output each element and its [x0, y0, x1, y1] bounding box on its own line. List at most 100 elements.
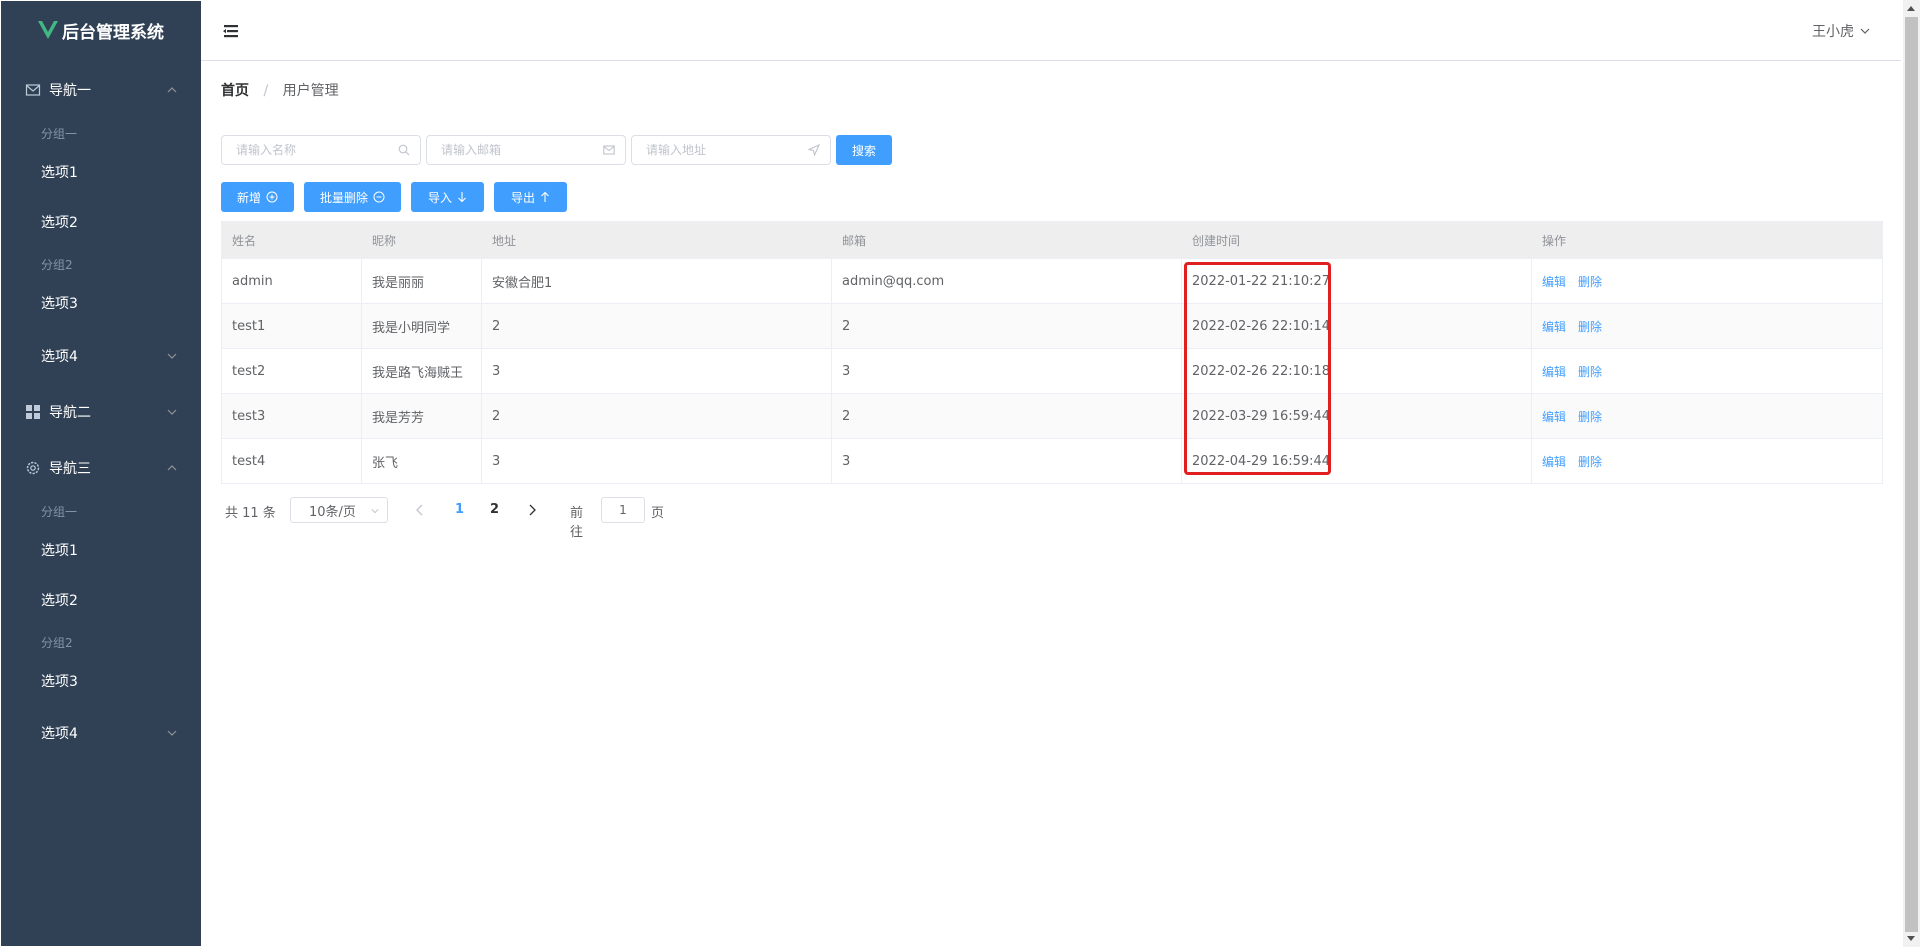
address-search-field[interactable] [631, 135, 831, 165]
delete-link[interactable]: 删除 [1578, 363, 1602, 380]
export-button-label: 导出 [510, 190, 535, 205]
chevron-down-icon [1860, 28, 1870, 34]
menu-item-label: 选项1 [41, 165, 78, 181]
cell-nickname: 我是丽丽 [362, 259, 482, 303]
menu-nav3-item1[interactable]: 选项1 [1, 525, 201, 575]
menu-nav2[interactable]: 导航二 [1, 384, 201, 440]
page-size-value: 10条/页 [309, 504, 356, 520]
user-dropdown[interactable]: 王小虎 [1812, 21, 1870, 41]
page-scrollbar[interactable] [1903, 0, 1920, 947]
delete-link[interactable]: 删除 [1578, 453, 1602, 470]
cell-email: 2 [832, 394, 1182, 438]
export-button[interactable]: 导出 [494, 182, 567, 212]
page-number-1[interactable]: 1 [455, 502, 464, 517]
menu-item-label: 选项1 [41, 543, 78, 559]
page-size-select[interactable]: 10条/页 [290, 497, 388, 523]
table-row: test3 我是芳芳 2 2 2022-03-29 16:59:44 编辑 删除 [222, 393, 1882, 438]
edit-link[interactable]: 编辑 [1542, 408, 1566, 425]
table-row: test4 张飞 3 3 2022-04-29 16:59:44 编辑 删除 [222, 438, 1882, 483]
address-search-input[interactable] [632, 136, 806, 164]
menu-nav3[interactable]: 导航三 [1, 440, 201, 496]
email-search-input[interactable] [427, 136, 601, 164]
edit-link[interactable]: 编辑 [1542, 363, 1566, 380]
delete-link[interactable]: 删除 [1578, 273, 1602, 290]
column-header-address[interactable]: 地址 [482, 222, 832, 258]
menu-group-title: 分组一 [41, 505, 78, 519]
menu-nav1[interactable]: 导航一 [1, 62, 201, 118]
menu-nav3-item2[interactable]: 选项2 [1, 575, 201, 625]
cell-address: 3 [482, 439, 832, 483]
chevron-down-icon [167, 730, 177, 736]
breadcrumb-current: 用户管理 [282, 83, 339, 99]
menu-nav3-item3[interactable]: 选项3 [1, 656, 201, 706]
menu-nav1-item1[interactable]: 选项1 [1, 147, 201, 197]
breadcrumb-home[interactable]: 首页 [221, 83, 249, 99]
menu-nav3-label: 导航三 [49, 461, 91, 477]
scrollbar-thumb[interactable] [1905, 17, 1918, 932]
email-search-field[interactable] [426, 135, 626, 165]
import-button-label: 导入 [427, 190, 452, 205]
mail-icon [25, 84, 41, 96]
user-name: 王小虎 [1812, 24, 1854, 40]
edit-link[interactable]: 编辑 [1542, 318, 1566, 335]
circle-plus-icon [266, 191, 278, 203]
menu-nav2-label: 导航二 [49, 405, 91, 421]
chevron-down-icon [371, 509, 379, 514]
cell-address: 2 [482, 394, 832, 438]
batch-delete-button[interactable]: 批量删除 [304, 182, 401, 212]
cell-name: test2 [222, 349, 362, 393]
cell-address: 3 [482, 349, 832, 393]
next-page-icon[interactable] [527, 504, 537, 516]
add-button-label: 新增 [236, 190, 261, 205]
delete-link[interactable]: 删除 [1578, 318, 1602, 335]
name-search-field[interactable] [221, 135, 421, 165]
cell-email: 3 [832, 349, 1182, 393]
cell-name: test3 [222, 394, 362, 438]
add-button[interactable]: 新增 [221, 182, 294, 212]
cell-created-time: 2022-02-26 22:10:18 [1182, 349, 1532, 393]
cell-actions: 编辑 删除 [1532, 349, 1882, 393]
cell-nickname: 我是芳芳 [362, 394, 482, 438]
app-logo: 后台管理系统 [1, 1, 201, 59]
grid-icon [26, 405, 40, 419]
menu-item-label: 选项2 [41, 593, 78, 609]
cell-created-time: 2022-01-22 21:10:27 [1182, 259, 1532, 303]
column-header-name[interactable]: 姓名 [222, 222, 362, 258]
cell-name: test4 [222, 439, 362, 483]
cell-address: 2 [482, 304, 832, 348]
goto-page-input[interactable] [601, 497, 645, 523]
sidebar: 后台管理系统 导航一 分组一 选项1 选项2 分组2 选项3 选项4 导航二 导… [1, 1, 201, 946]
menu-group-title: 分组2 [41, 636, 73, 650]
cell-email: admin@qq.com [832, 259, 1182, 303]
import-button[interactable]: 导入 [411, 182, 484, 212]
page-number-2[interactable]: 2 [490, 502, 499, 517]
menu-nav1-item4[interactable]: 选项4 [1, 331, 201, 381]
name-search-input[interactable] [222, 136, 396, 164]
cell-name: admin [222, 259, 362, 303]
hamburger-menu-icon[interactable] [223, 23, 239, 39]
search-button-label: 搜索 [851, 143, 876, 158]
prev-page-icon[interactable] [415, 504, 425, 516]
column-header-created-time[interactable]: 创建时间 [1182, 222, 1532, 258]
scroll-up-arrow-icon[interactable] [1907, 6, 1915, 11]
scroll-down-arrow-icon[interactable] [1907, 936, 1915, 941]
delete-link[interactable]: 删除 [1578, 408, 1602, 425]
cell-actions: 编辑 删除 [1532, 304, 1882, 348]
edit-link[interactable]: 编辑 [1542, 453, 1566, 470]
cell-actions: 编辑 删除 [1532, 439, 1882, 483]
table-row: test2 我是路飞海贼王 3 3 2022-02-26 22:10:18 编辑… [222, 348, 1882, 393]
cell-email: 2 [832, 304, 1182, 348]
cell-created-time: 2022-03-29 16:59:44 [1182, 394, 1532, 438]
chevron-down-icon [167, 409, 177, 415]
menu-nav3-item4[interactable]: 选项4 [1, 708, 201, 758]
cell-address: 安徽合肥1 [482, 259, 832, 303]
edit-link[interactable]: 编辑 [1542, 273, 1566, 290]
message-icon [603, 145, 615, 155]
menu-nav1-item3[interactable]: 选项3 [1, 278, 201, 328]
column-header-nickname[interactable]: 昵称 [362, 222, 482, 258]
column-header-email[interactable]: 邮箱 [832, 222, 1182, 258]
menu-group-title: 分组一 [41, 127, 78, 141]
search-button[interactable]: 搜索 [836, 135, 892, 165]
menu-nav1-item2[interactable]: 选项2 [1, 197, 201, 247]
table-header: 姓名 昵称 地址 邮箱 创建时间 操作 [222, 222, 1882, 258]
